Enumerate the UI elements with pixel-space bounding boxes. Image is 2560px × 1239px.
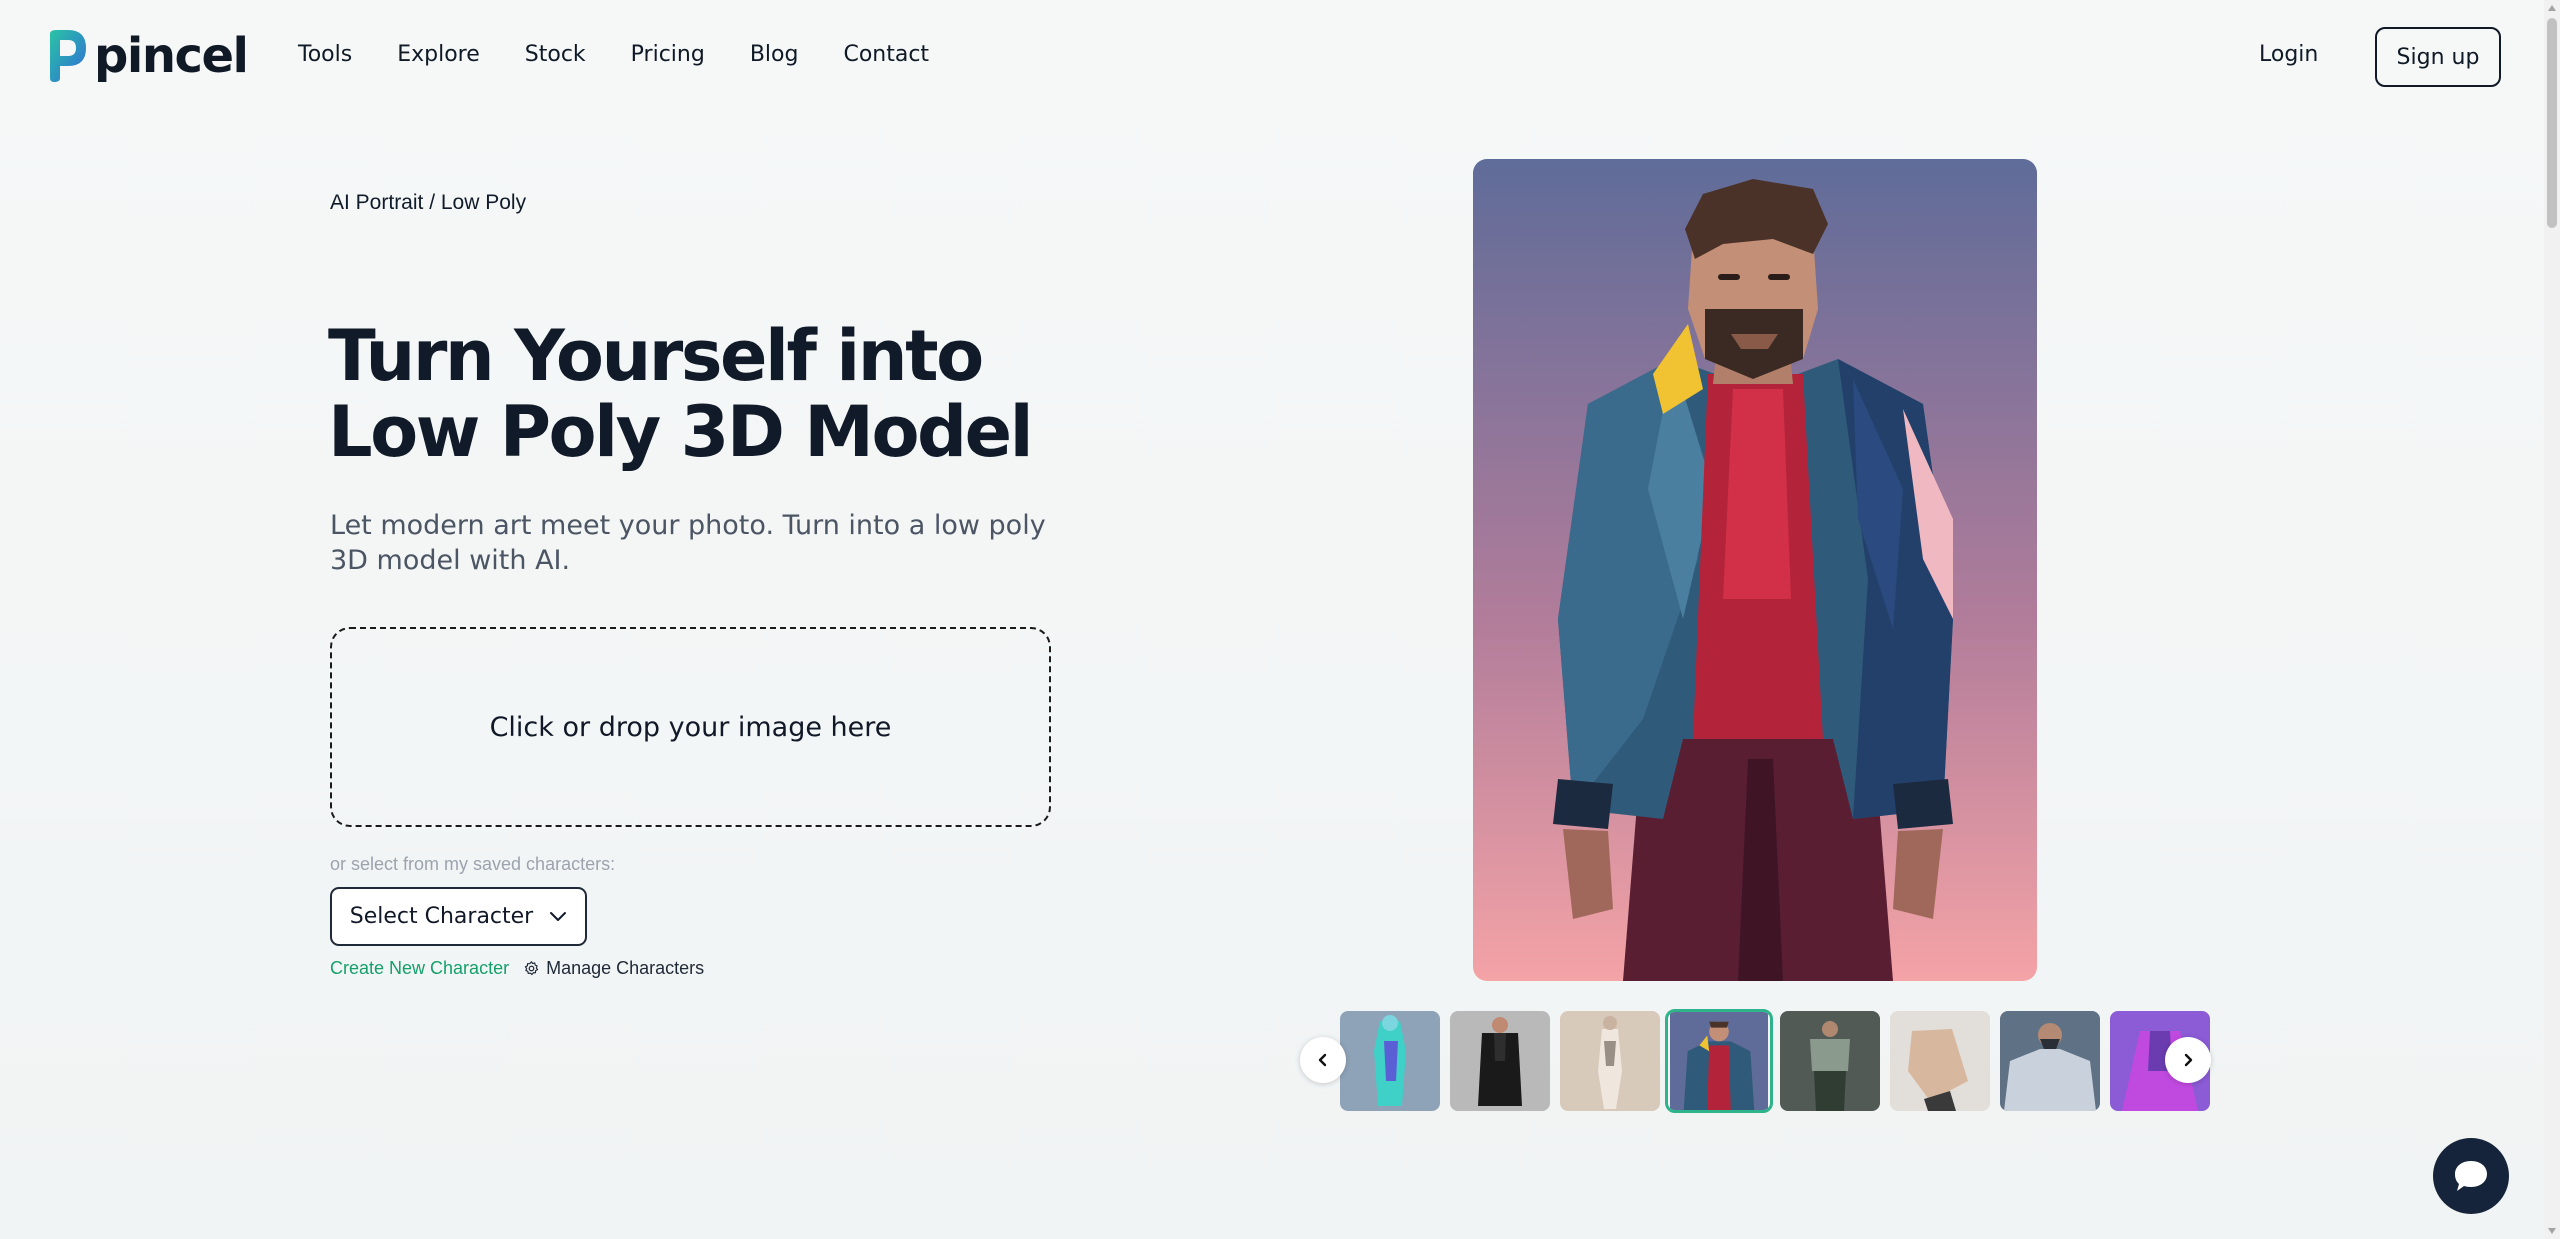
brand-name: pincel [94,28,249,84]
scroll-down-arrow[interactable] [2548,1228,2556,1234]
thumbnail-beige-shirt [1890,1011,1990,1111]
chevron-right-icon [2184,1053,2193,1067]
thumbnail-blue-jacket [1670,1012,1768,1110]
thumbnail-dark-suit [1450,1011,1550,1111]
hero-subtitle: Let modern art meet your photo. Turn int… [330,510,1046,576]
page-scrollbar[interactable] [2544,0,2560,1239]
character-links: Create New Character Manage Characters [330,958,704,979]
nav-item-blog[interactable]: Blog [750,42,799,67]
breadcrumb: AI Portrait / Low Poly [330,191,527,214]
thumbnail-neon-figure [1340,1011,1440,1111]
select-character-dropdown[interactable]: Select Character [330,887,587,946]
dropzone-label: Click or drop your image here [489,711,892,743]
signup-button[interactable]: Sign up [2375,27,2501,87]
chevron-down-icon [550,911,567,921]
carousel-prev-button[interactable] [1300,1037,1346,1083]
nav-item-stock[interactable]: Stock [525,42,586,67]
manage-characters-link[interactable]: Manage Characters [523,958,704,979]
select-character-label: Select Character [349,904,534,929]
site-header: pincel Tools Explore Stock Pricing Blog … [0,0,2544,115]
nav-item-explore[interactable]: Explore [397,42,480,67]
page-title: Turn Yourself into Low Poly 3D Model [328,318,1088,470]
preview-image [1473,159,2037,981]
thumbnail-item[interactable] [1780,1011,1880,1111]
pincel-logo-icon [50,30,86,82]
thumbnail-item[interactable] [1340,1011,1440,1111]
low-poly-portrait-illustration [1473,159,2037,981]
scroll-up-arrow[interactable] [2548,5,2556,11]
chat-bubble-icon [2455,1161,2487,1191]
logo[interactable]: pincel [46,28,249,84]
gear-icon [524,961,539,976]
create-new-character-link[interactable]: Create New Character [330,958,509,979]
nav-item-pricing[interactable]: Pricing [631,42,705,67]
thumbnail-item[interactable] [1890,1011,1990,1111]
chat-widget-button[interactable] [2433,1138,2509,1214]
thumbnail-light-figure [1560,1011,1660,1111]
chevron-left-icon [1318,1053,1327,1067]
thumbnail-item-selected[interactable] [1665,1009,1773,1113]
thumbnail-item[interactable] [1560,1011,1660,1111]
thumbnail-item[interactable] [1450,1011,1550,1111]
main-nav: Tools Explore Stock Pricing Blog Contact [298,42,974,67]
nav-item-contact[interactable]: Contact [843,42,929,67]
image-dropzone[interactable]: Click or drop your image here [330,627,1051,827]
thumbnail-carousel [1340,1009,2212,1113]
thumbnail-green-figure [1780,1011,1880,1111]
title-line-2: Low Poly 3D Model [328,391,1034,473]
login-link[interactable]: Login [2259,42,2318,67]
thumbnail-item[interactable] [2000,1011,2100,1111]
title-line-1: Turn Yourself into [328,315,984,397]
scrollbar-thumb[interactable] [2547,18,2557,228]
manage-characters-label: Manage Characters [546,958,705,978]
nav-item-tools[interactable]: Tools [298,42,352,67]
carousel-next-button[interactable] [2165,1037,2211,1083]
saved-characters-label: or select from my saved characters: [330,854,616,874]
thumbnail-grey-shirt [2000,1011,2100,1111]
